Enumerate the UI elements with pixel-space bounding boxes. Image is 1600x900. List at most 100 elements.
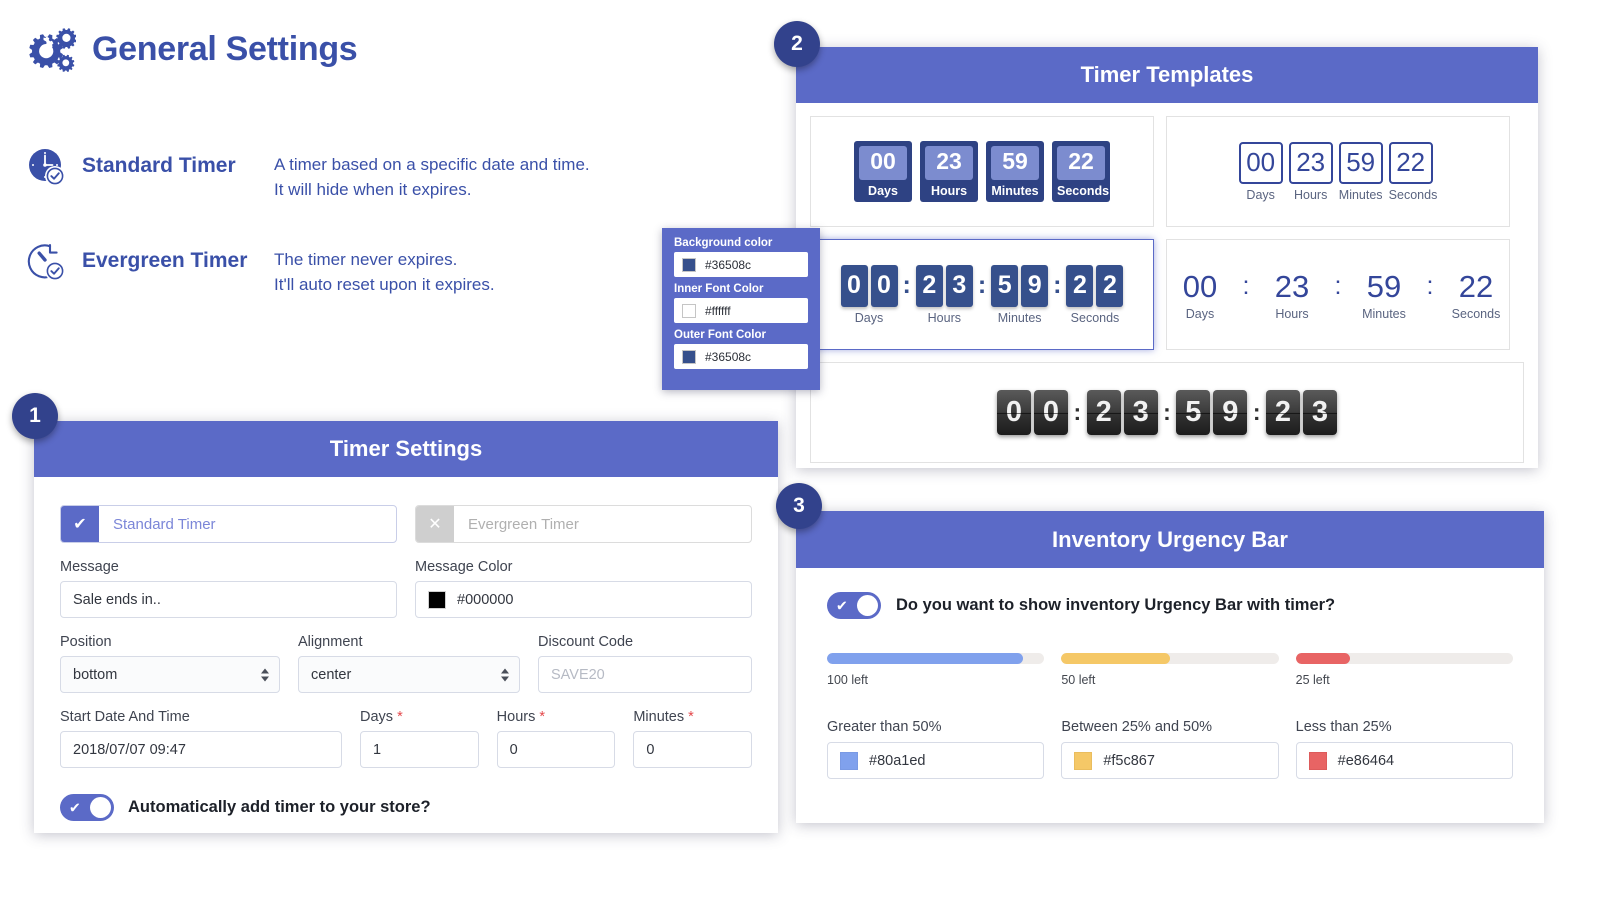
start-datetime-label: Start Date And Time	[60, 709, 190, 725]
message-value: Sale ends in..	[73, 591, 161, 608]
greater-than-50-label: Greater than 50%	[827, 719, 942, 735]
separator: :	[902, 270, 911, 299]
discount-code-group: Discount Code SAVE20	[538, 634, 752, 693]
seconds-caption: Seconds	[1070, 310, 1120, 325]
hours-digit-2: 3	[1123, 390, 1158, 435]
minutes-digit-1: 5	[1176, 390, 1211, 435]
template-card-split-digits[interactable]: 0 0 Days : 2 3 Hours : 5 9 Minutes: 2 2…	[810, 239, 1154, 350]
seconds-caption: Seconds	[1451, 306, 1501, 321]
timer-type-standard: Standard Timer A timer based on a specif…	[26, 146, 590, 202]
urgency-color-mid: Between 25% and 50% #f5c867	[1061, 719, 1279, 779]
hours-digit-1: 2	[1086, 390, 1121, 435]
desc-line-2: It will hide when it expires.	[274, 180, 472, 200]
toggle-knob	[90, 797, 111, 818]
days-value: 00	[859, 146, 907, 180]
position-select[interactable]: bottom	[60, 656, 280, 693]
message-color-group: Message Color #000000	[415, 559, 752, 618]
days-caption: Days	[854, 310, 884, 325]
bar-caption: 25 left	[1295, 673, 1330, 687]
timer-preview-split-digits: 0 0 Days : 2 3 Hours : 5 9 Minutes: 2 2…	[840, 264, 1124, 325]
days-input[interactable]: 1	[360, 731, 479, 768]
hours-input[interactable]: 0	[496, 731, 616, 768]
panel-badge-1: 1	[12, 393, 58, 439]
inner-font-color-input[interactable]: #ffffff	[674, 298, 808, 323]
outer-font-color-label: Outer Font Color	[674, 329, 766, 341]
days-caption: Days	[1185, 306, 1215, 321]
standard-timer-label: Standard Timer	[113, 515, 216, 533]
urgency-bar-preview-low: 25 left	[1295, 653, 1513, 687]
days-label: Days *	[360, 709, 403, 725]
required-marker: *	[688, 709, 694, 725]
unit-minutes: 59 Minutes	[986, 141, 1044, 202]
minutes-group: Minutes * 0	[633, 709, 753, 768]
auto-add-toggle[interactable]: ✔	[60, 794, 114, 821]
separator: :	[1334, 272, 1342, 300]
less-than-25-color-input[interactable]: #e86464	[1295, 742, 1513, 779]
template-card-flip-clock[interactable]: 0 0 : 2 3 : 5 9 : 2 3	[810, 362, 1524, 463]
hours-caption: Hours	[1275, 306, 1309, 321]
template-card-plain-colon[interactable]: 00 : 23 : 59 : 22 Days Hours Minutes Sec…	[1166, 239, 1510, 350]
unit-seconds: 22 Seconds	[1052, 141, 1110, 202]
progress-fill	[827, 653, 1023, 664]
between-25-and-50-color-input[interactable]: #f5c867	[1061, 742, 1279, 779]
progress-fill	[1295, 653, 1350, 664]
unit-hours: 23 Hours	[920, 141, 978, 202]
template-card-outlined-boxes[interactable]: 00 Days 23 Hours 59 Minutes 22 Seconds	[1166, 116, 1510, 227]
minutes-caption: Minutes	[997, 310, 1042, 325]
message-input[interactable]: Sale ends in..	[60, 581, 397, 618]
timer-type-evergreen-desc: The timer never expires. It'll auto rese…	[274, 241, 495, 297]
unit-days: 0 0 Days	[840, 264, 898, 325]
start-datetime-input[interactable]: 2018/07/07 09:47	[60, 731, 342, 768]
message-color-input[interactable]: #000000	[415, 581, 752, 618]
hours-digit-2: 3	[945, 264, 973, 307]
unit-days: 00 Days	[1238, 141, 1283, 202]
minutes-digit-2: 9	[1021, 264, 1049, 307]
evergreen-timer-checkbox[interactable]: ✕ Evergreen Timer	[415, 505, 752, 543]
greater-than-50-value: #80a1ed	[869, 752, 926, 769]
minutes-label: Minutes *	[633, 709, 694, 725]
minutes-input[interactable]: 0	[633, 731, 753, 768]
hours-value: 23	[1288, 141, 1333, 184]
days-group: Days * 1	[360, 709, 479, 768]
bar-caption: 50 left	[1061, 673, 1096, 687]
background-color-input[interactable]: #36508c	[674, 252, 808, 277]
seconds-value: 22	[1458, 268, 1494, 304]
position-label: Position	[60, 634, 112, 650]
required-marker: *	[539, 709, 546, 725]
outer-font-color-value: #36508c	[705, 349, 752, 364]
between-25-and-50-label: Between 25% and 50%	[1061, 719, 1213, 735]
discount-code-input[interactable]: SAVE20	[538, 656, 752, 693]
seconds-value: 22	[1388, 141, 1433, 184]
panel-badge-2: 2	[774, 21, 820, 67]
template-card-solid-blocks[interactable]: 00 Days 23 Hours 59 Minutes 22 Seconds	[810, 116, 1154, 227]
unit-minutes: 59 Minutes	[1338, 141, 1383, 202]
minutes-caption: Minutes	[991, 183, 1039, 198]
separator: :	[1252, 399, 1261, 425]
message-group: Message Sale ends in..	[60, 559, 397, 618]
urgency-bar-toggle[interactable]: ✔	[827, 592, 881, 619]
outer-font-color-input[interactable]: #36508c	[674, 344, 808, 369]
toggle-knob	[857, 595, 878, 616]
greater-than-50-color-input[interactable]: #80a1ed	[827, 742, 1045, 779]
panel-badge-3: 3	[776, 483, 822, 529]
minutes-value: 0	[646, 741, 655, 758]
urgency-bar-previews: 100 left 50 left 25 left	[827, 653, 1513, 687]
desc-line-1: A timer based on a specific date and tim…	[274, 155, 590, 174]
alignment-select[interactable]: center	[298, 656, 520, 693]
unit-hours: 2 3 Hours	[915, 264, 973, 325]
inner-font-color-label: Inner Font Color	[674, 283, 764, 295]
close-icon: ✕	[416, 506, 454, 542]
position-group: Position bottom	[60, 634, 280, 693]
timer-preview-plain-colon: 00 : 23 : 59 : 22 Days Hours Minutes Sec…	[1167, 269, 1509, 321]
page-header: General Settings	[26, 26, 358, 72]
less-than-25-value: #e86464	[1337, 752, 1395, 769]
separator: :	[1163, 399, 1171, 425]
days-caption: Days	[1246, 187, 1275, 202]
unit-days: 00 Days	[854, 141, 912, 202]
evergreen-timer-label: Evergreen Timer	[468, 515, 579, 533]
desc-line-1: The timer never expires.	[274, 250, 458, 269]
check-icon: ✔	[69, 799, 81, 815]
hours-value: 23	[1274, 268, 1310, 304]
position-value: bottom	[73, 666, 118, 683]
standard-timer-checkbox[interactable]: ✔ Standard Timer	[60, 505, 397, 543]
